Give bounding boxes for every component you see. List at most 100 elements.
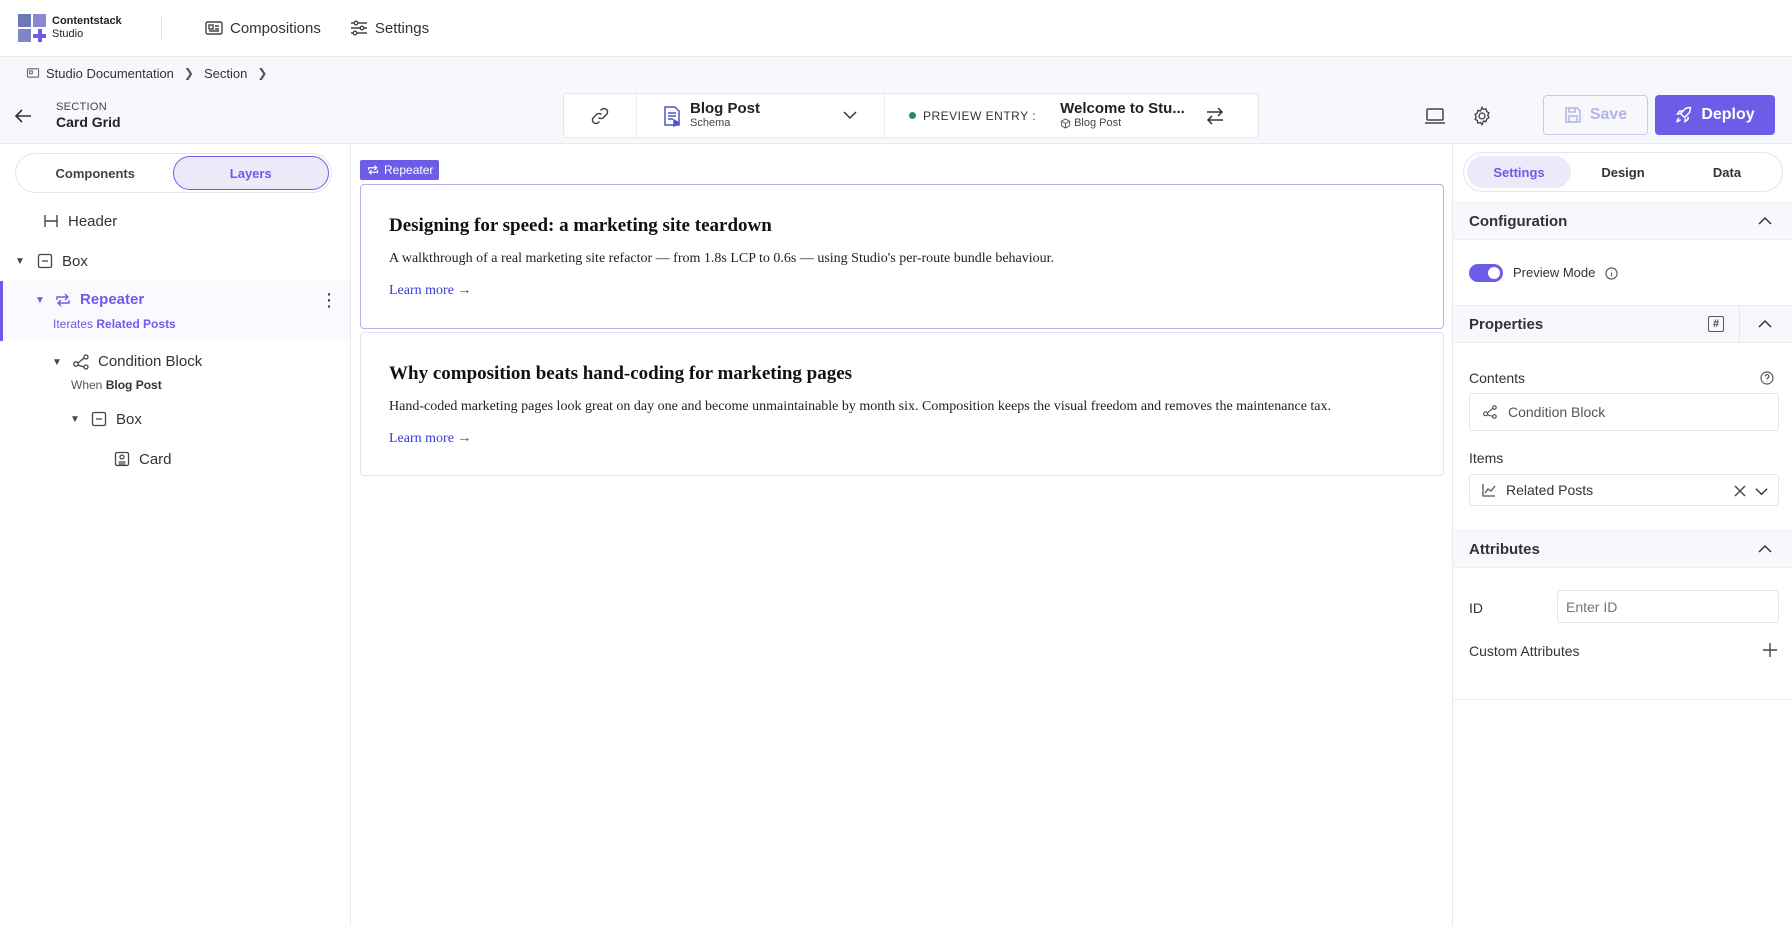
- layer-header[interactable]: Header: [0, 201, 350, 241]
- card-body: A walkthrough of a real marketing site r…: [389, 251, 1055, 266]
- left-panel: Components Layers Header ▼ Box ▼ Repeate…: [0, 144, 351, 926]
- repeater-badge-label: Repeater: [384, 163, 434, 177]
- schema-subtitle: Schema: [690, 116, 731, 129]
- schema-icon: [664, 105, 681, 127]
- section-title: SECTION Card Grid: [56, 100, 121, 130]
- left-panel-tabs: Components Layers: [15, 153, 332, 193]
- post-card[interactable]: Designing for speed: a marketing site te…: [360, 184, 1444, 329]
- caret-down-icon[interactable]: ▼: [70, 414, 80, 425]
- id-input[interactable]: [1557, 590, 1779, 623]
- condition-when-prefix: When: [71, 378, 103, 392]
- repeater-iterates-prefix: Iterates: [53, 317, 94, 331]
- layer-label: Box: [116, 410, 142, 428]
- caret-down-icon[interactable]: ▼: [52, 357, 62, 368]
- tab-components[interactable]: Components: [18, 156, 173, 190]
- gear-icon: [1474, 105, 1490, 127]
- right-panel: Settings Design Data Configuration Previ…: [1452, 144, 1792, 926]
- attributes-title: Attributes: [1469, 540, 1540, 558]
- learn-more-link[interactable]: Learn more →: [389, 283, 471, 299]
- breadcrumb-item-studio-documentation[interactable]: Studio Documentation: [26, 66, 174, 81]
- attributes-header[interactable]: Attributes: [1453, 530, 1792, 568]
- layer-card[interactable]: Card: [0, 439, 350, 479]
- repeater-badge[interactable]: Repeater: [360, 160, 440, 180]
- items-select[interactable]: Related Posts: [1469, 474, 1779, 506]
- caret-down-icon[interactable]: ▼: [15, 256, 25, 267]
- box-icon: [90, 410, 108, 428]
- save-button[interactable]: Save: [1543, 95, 1648, 135]
- layer-inner-box[interactable]: ▼ Box: [0, 399, 350, 439]
- save-icon: [1565, 107, 1581, 123]
- settings-button[interactable]: [1469, 103, 1495, 129]
- more-vertical-icon[interactable]: ⋮: [320, 291, 338, 309]
- chevron-down-icon: [843, 111, 857, 120]
- section-kicker: SECTION: [56, 101, 107, 113]
- tab-data[interactable]: Data: [1675, 156, 1779, 188]
- sliders-icon: [350, 20, 367, 36]
- close-icon[interactable]: [1734, 485, 1746, 497]
- tab-settings[interactable]: Settings: [1467, 156, 1571, 188]
- right-panel-tabs: Settings Design Data: [1463, 152, 1783, 192]
- repeater-iterates-value: Related Posts: [96, 317, 176, 331]
- preview-entry-title: Welcome to Stu...: [1060, 99, 1185, 117]
- nav-settings-label: Settings: [374, 19, 430, 37]
- info-icon[interactable]: [1605, 267, 1618, 280]
- swap-icon[interactable]: [1204, 105, 1226, 127]
- layer-condition-block[interactable]: ▼ Condition Block When Blog Post: [0, 341, 350, 399]
- chevron-up-icon: [1758, 544, 1772, 553]
- save-label: Save: [1589, 106, 1628, 123]
- layer-box[interactable]: ▼ Box: [0, 241, 350, 281]
- tab-design[interactable]: Design: [1571, 156, 1675, 188]
- contents-field[interactable]: Condition Block: [1469, 393, 1779, 431]
- rocket-icon: [1676, 106, 1692, 124]
- chevron-up-icon: [1758, 216, 1772, 225]
- nav-compositions[interactable]: Compositions: [204, 18, 321, 38]
- post-card[interactable]: Why composition beats hand-coding for ma…: [360, 332, 1444, 476]
- top-bar: Contentstack Studio Compositions Setting…: [0, 0, 1792, 57]
- composition-small-icon: [26, 68, 40, 78]
- card-title: Why composition beats hand-coding for ma…: [389, 363, 853, 384]
- chevron-down-icon[interactable]: [1755, 485, 1768, 498]
- section-name: Card Grid: [56, 114, 121, 130]
- properties-title: Properties: [1469, 315, 1544, 333]
- caret-down-icon[interactable]: ▼: [35, 295, 45, 306]
- configuration-title: Configuration: [1469, 212, 1568, 230]
- configuration-header[interactable]: Configuration: [1453, 202, 1792, 240]
- card-body: Hand-coded marketing pages look great on…: [389, 399, 1332, 414]
- chevron-up-icon: [1758, 319, 1772, 328]
- divider: [1739, 306, 1740, 342]
- preview-entry[interactable]: PREVIEW ENTRY : Welcome to Stu... Blog P…: [885, 94, 1258, 137]
- chevron-right-icon: ❯: [257, 66, 268, 80]
- breadcrumb-item-section[interactable]: Section: [204, 66, 247, 81]
- schema-title: Blog Post: [690, 99, 760, 117]
- laptop-icon: [1425, 108, 1445, 124]
- layer-label: Card: [139, 450, 172, 468]
- deploy-button[interactable]: Deploy: [1655, 95, 1775, 135]
- learn-more-link[interactable]: Learn more →: [389, 431, 471, 447]
- help-icon[interactable]: [1760, 371, 1774, 385]
- chart-line-icon: [1482, 483, 1496, 497]
- preview-mode-toggle[interactable]: [1469, 264, 1503, 282]
- device-preview-button[interactable]: [1422, 103, 1448, 129]
- preview-entry-type: Blog Post: [1074, 116, 1122, 129]
- divider: [161, 15, 162, 41]
- preview-entry-label: PREVIEW ENTRY :: [923, 108, 1037, 123]
- nav-settings[interactable]: Settings: [349, 18, 429, 38]
- schema-selector[interactable]: Blog Post Schema: [637, 94, 885, 137]
- card-icon: [113, 450, 131, 468]
- deploy-label: Deploy: [1701, 106, 1755, 123]
- condition-when: When Blog Post: [71, 378, 162, 392]
- preview-toolbar: Blog Post Schema PREVIEW ENTRY : Welcome…: [563, 93, 1259, 138]
- brand[interactable]: Contentstack Studio: [18, 14, 161, 42]
- divider: [1453, 699, 1792, 700]
- breadcrumb-label: Section: [203, 65, 248, 81]
- layer-repeater[interactable]: ▼ Repeater ⋮ Iterates Related Posts: [0, 281, 350, 341]
- repeat-icon: [367, 165, 379, 175]
- plus-icon[interactable]: [1762, 642, 1778, 658]
- hash-icon[interactable]: #: [1708, 316, 1724, 332]
- link-button[interactable]: [564, 94, 637, 137]
- back-button[interactable]: [10, 103, 36, 129]
- brand-name: Contentstack: [52, 15, 122, 27]
- id-label: ID: [1469, 600, 1483, 616]
- tab-layers[interactable]: Layers: [172, 156, 329, 190]
- properties-header[interactable]: Properties #: [1453, 305, 1792, 343]
